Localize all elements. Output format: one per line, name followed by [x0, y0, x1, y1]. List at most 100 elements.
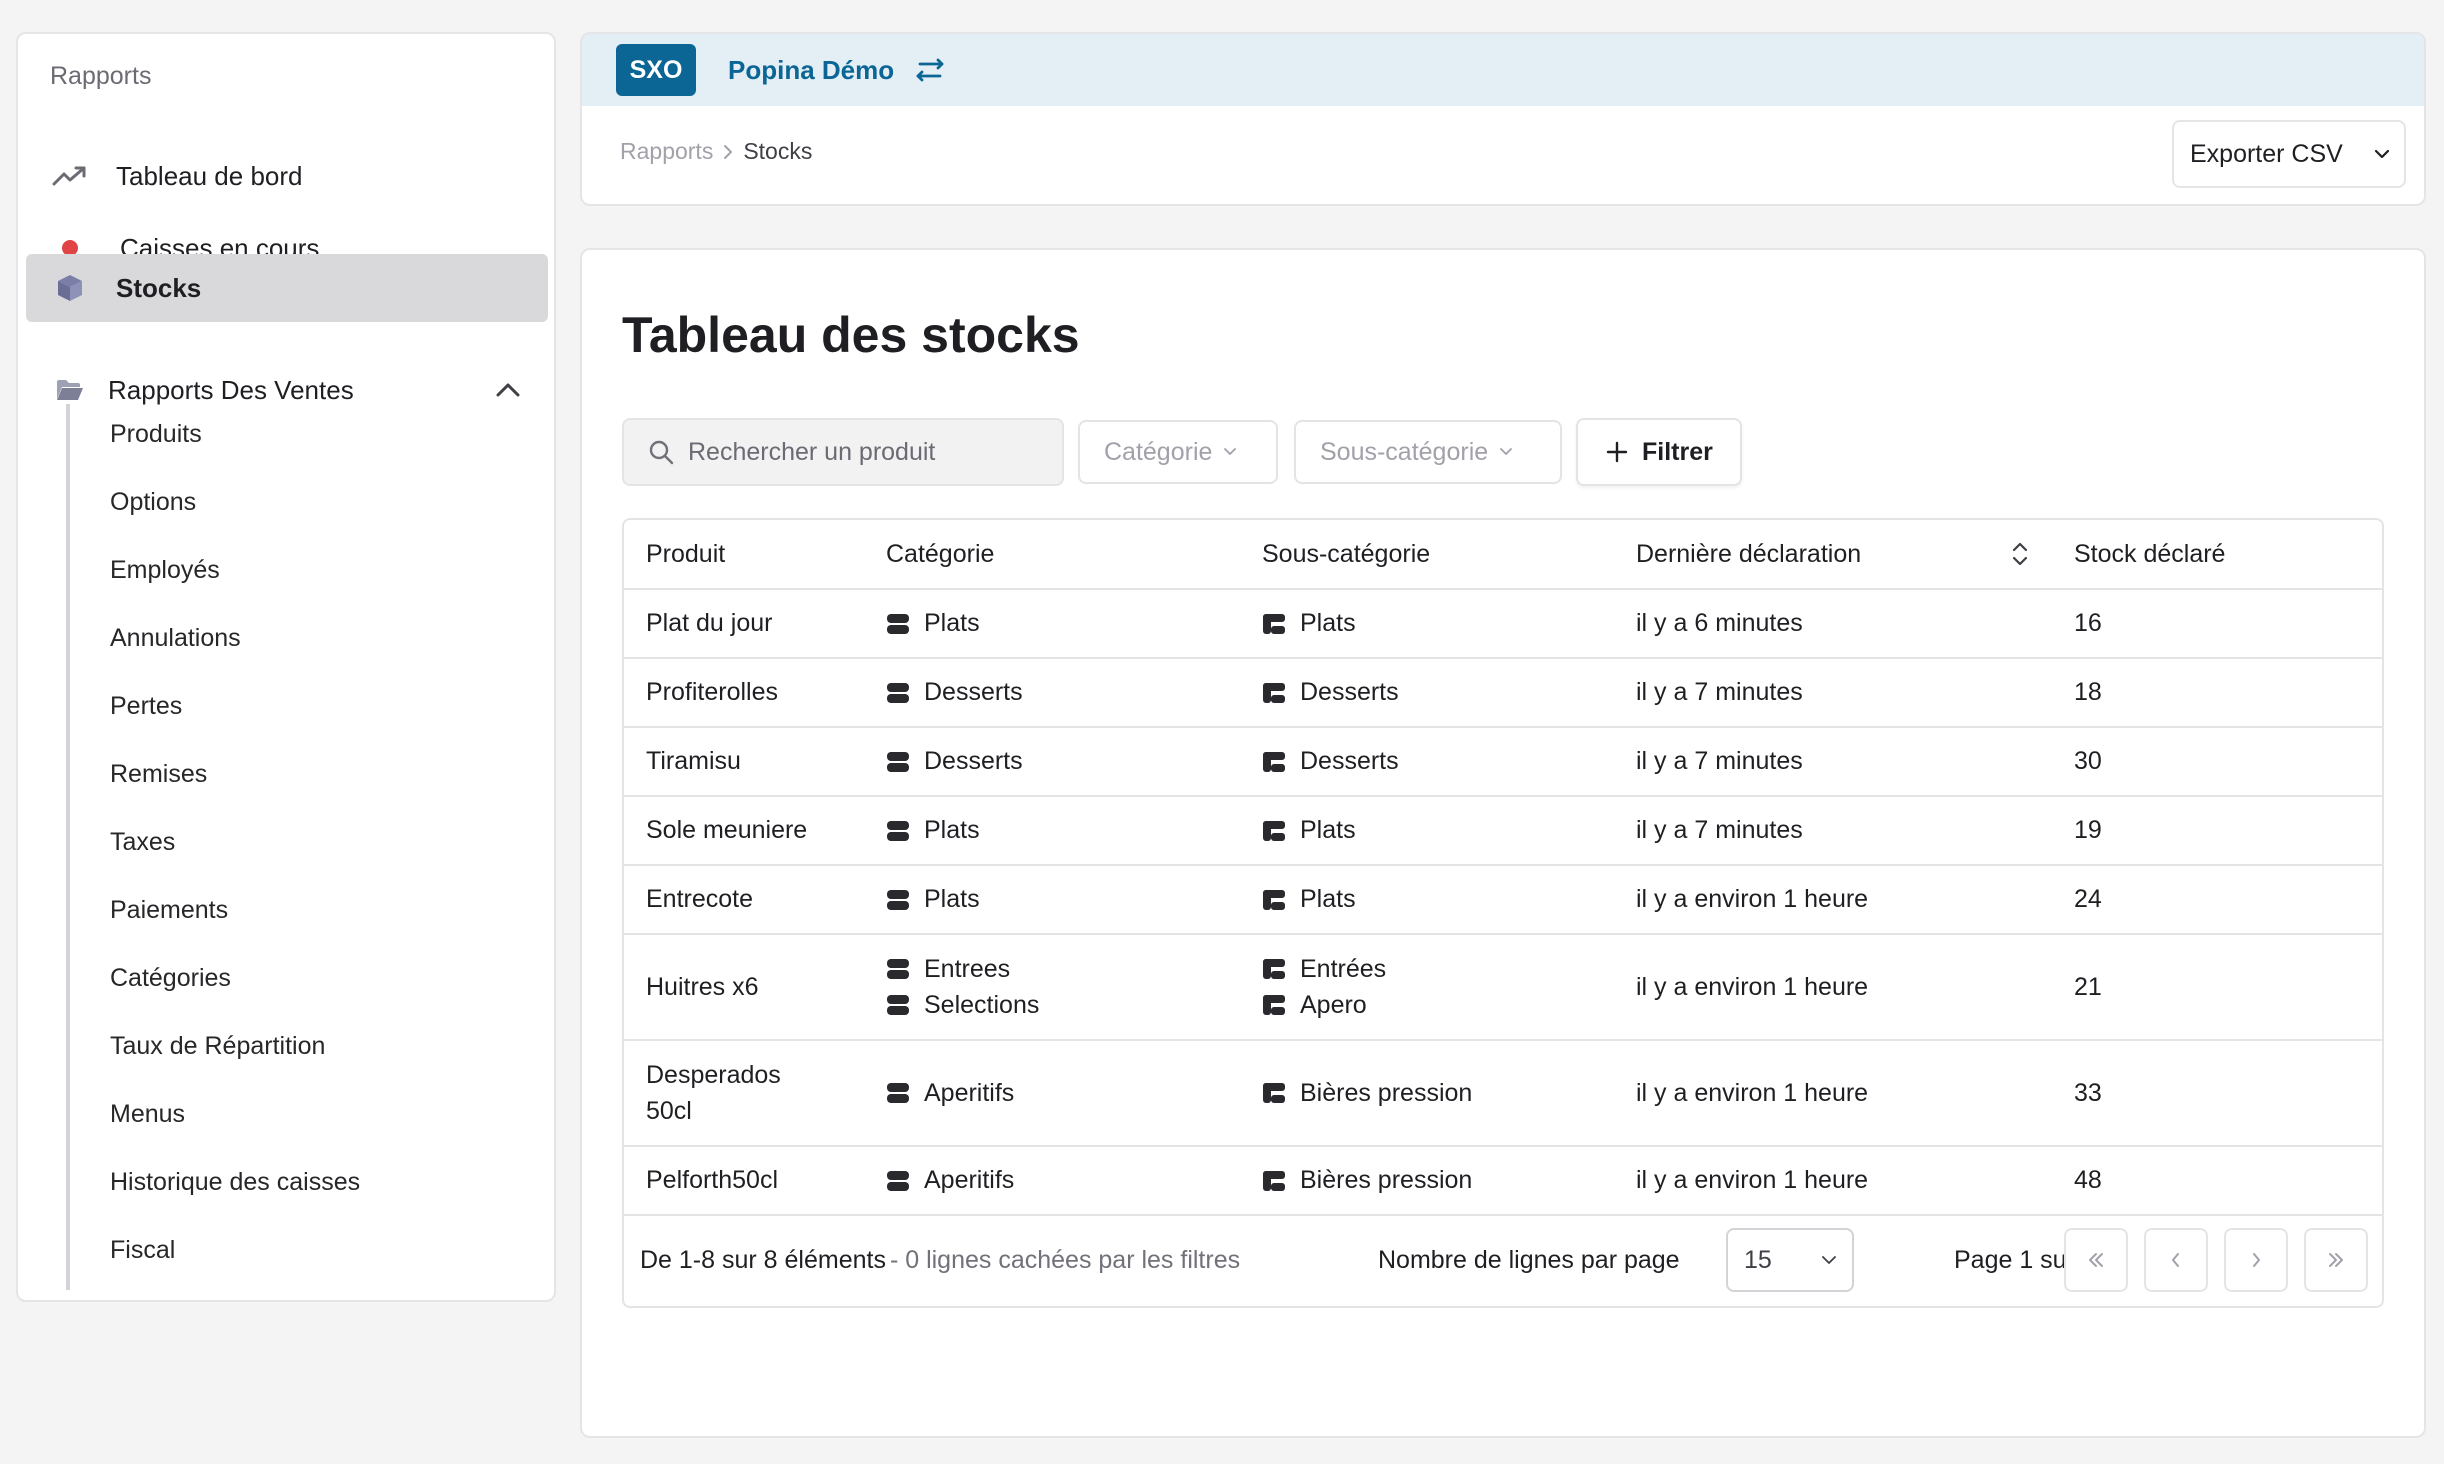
cell-product: Plat du jour: [646, 609, 773, 637]
subcategory-label: Plats: [1300, 609, 1356, 637]
subcategory-tag: Plats: [1262, 813, 1622, 849]
category-label: Plats: [924, 885, 980, 913]
sidebar-item-label: Stocks: [116, 272, 202, 303]
category-icon: [886, 820, 924, 842]
rows-per-page-label: Nombre de lignes par page: [1378, 1245, 1680, 1274]
table-row[interactable]: Pelforth50cl Aperitifs Bières pression il y…: [624, 1147, 2382, 1216]
table-row[interactable]: Profiterolles Desserts Desserts il y a 7 mi…: [624, 659, 2382, 728]
subcategory-label: Bières pression: [1300, 1166, 1473, 1194]
subcategory-icon: [1262, 958, 1300, 980]
org-name[interactable]: Popina Démo: [728, 55, 894, 86]
export-csv-button[interactable]: Exporter CSV: [2172, 120, 2406, 188]
header: SXO Popina Démo Rapports Stocks Exporter…: [580, 32, 2426, 206]
table-row[interactable]: Tiramisu Desserts Desserts il y a 7 minutes…: [624, 728, 2382, 797]
subcategory-icon: [1262, 1082, 1300, 1104]
sidebar-subitem-pertes[interactable]: Pertes: [110, 686, 182, 726]
sidebar-subitem-taxes[interactable]: Taxes: [110, 822, 175, 862]
sidebar-subitem-categories[interactable]: Catégories: [110, 958, 231, 998]
plus-icon: [1606, 441, 1628, 463]
pagination-count: De 1-8 sur 8 éléments: [640, 1245, 886, 1274]
sidebar-subitem-historique-des-caisses[interactable]: Historique des caisses: [110, 1162, 360, 1202]
cell-last-declaration: il y a 7 minutes: [1636, 678, 1803, 706]
cell-stock: 16: [2074, 609, 2102, 637]
subcategory-icon: [1262, 751, 1300, 773]
category-tag: Plats: [886, 606, 1246, 642]
subcategory-icon: [1262, 994, 1300, 1016]
export-csv-label: Exporter CSV: [2190, 139, 2343, 168]
sidebar-subitem-annulations[interactable]: Annulations: [110, 618, 241, 658]
rows-per-page-select[interactable]: 15: [1726, 1228, 1854, 1292]
table-row[interactable]: Entrecote Plats Plats il y a environ 1 heur…: [624, 866, 2382, 935]
switch-arrows-icon[interactable]: [916, 58, 944, 82]
add-filter-button[interactable]: Filtrer: [1576, 418, 1742, 486]
table-row[interactable]: Plat du jour Plats Plats il y a 6 minutes 16: [624, 590, 2382, 659]
table-row[interactable]: Sole meuniere Plats Plats il y a 7 minutes 1…: [624, 797, 2382, 866]
search-box[interactable]: [622, 418, 1064, 486]
chevrons-left-icon: [2086, 1252, 2106, 1268]
sidebar-subitem-taux-de-repartition[interactable]: Taux de Répartition: [110, 1026, 325, 1066]
column-header-derniere-declaration[interactable]: Dernière déclaration: [1636, 520, 2056, 588]
category-icon: [886, 1170, 924, 1192]
category-label: Plats: [924, 609, 980, 637]
main-panel: Tableau des stocks Catégorie Sous-catégo…: [580, 248, 2426, 1438]
subcategory-tag: Desserts: [1262, 675, 1622, 711]
sidebar-item-stocks[interactable]: Stocks: [26, 254, 548, 322]
search-input[interactable]: [688, 437, 1028, 467]
cell-product: Entrecote: [646, 885, 754, 913]
cell-stock: 24: [2074, 885, 2102, 913]
subcategory-label: Apero: [1300, 990, 1367, 1019]
page-title: Tableau des stocks: [622, 307, 1080, 363]
category-tag: Desserts: [886, 744, 1246, 780]
sidebar-subitem-options[interactable]: Options: [110, 482, 196, 522]
chevron-down-icon: [1224, 448, 1237, 456]
cell-product: Huitres x6: [646, 972, 759, 1001]
breadcrumb-root[interactable]: Rapports: [620, 138, 713, 165]
chevron-down-icon: [2374, 149, 2390, 159]
rows-per-page-value: 15: [1744, 1245, 1772, 1274]
cell-category: Aperitifs: [886, 1147, 1246, 1214]
subcategory-icon: [1262, 820, 1300, 842]
sidebar-item-tableau-de-bord[interactable]: Tableau de bord: [26, 142, 548, 210]
chevron-right-icon: [2250, 1252, 2262, 1268]
cell-stock: 18: [2074, 678, 2102, 706]
sidebar-subitem-employes[interactable]: Employés: [110, 550, 220, 590]
next-page-button[interactable]: [2224, 1228, 2288, 1292]
first-page-button[interactable]: [2064, 1228, 2128, 1292]
chevron-down-icon: [1822, 1255, 1836, 1265]
subcategory-filter[interactable]: Sous-catégorie: [1294, 420, 1562, 484]
sidebar-subitem-produits[interactable]: Produits: [110, 414, 202, 454]
previous-page-button[interactable]: [2144, 1228, 2208, 1292]
cell-category: Desserts: [886, 728, 1246, 795]
category-icon: [886, 1082, 924, 1104]
cell-subcategory: Desserts: [1262, 728, 1622, 795]
category-icon: [886, 613, 924, 635]
cell-product: Desperados 50cl: [646, 1061, 781, 1125]
last-page-button[interactable]: [2304, 1228, 2368, 1292]
sidebar-subitem-remises[interactable]: Remises: [110, 754, 207, 794]
subcategory-tag: Desserts: [1262, 744, 1622, 780]
cell-last-declaration: il y a environ 1 heure: [1636, 1166, 1869, 1194]
cell-subcategory: Plats: [1262, 797, 1622, 864]
trend-up-icon: [50, 156, 90, 196]
cell-product: Tiramisu: [646, 747, 741, 775]
table-row[interactable]: Desperados 50cl Aperitifs Bières pression i…: [624, 1041, 2382, 1147]
cell-last-declaration: il y a environ 1 heure: [1636, 972, 1869, 1001]
sidebar-subitem-menus[interactable]: Menus: [110, 1094, 185, 1134]
category-filter[interactable]: Catégorie: [1078, 420, 1278, 484]
cell-subcategory: Desserts: [1262, 659, 1622, 726]
cell-subcategory: Bières pression: [1262, 1147, 1622, 1214]
subcategory-tag: Entrées: [1262, 951, 1622, 987]
sidebar-subitem-paiements[interactable]: Paiements: [110, 890, 228, 930]
sort-icon[interactable]: [2010, 540, 2030, 568]
chevron-up-icon[interactable]: [496, 383, 520, 397]
breadcrumb-current: Stocks: [743, 138, 813, 164]
submenu-guide-line: [66, 404, 70, 1290]
chevron-down-icon: [1500, 448, 1513, 456]
organization-bar: SXO Popina Démo: [582, 34, 2424, 106]
sidebar-item-rapports-des-ventes[interactable]: Rapports Des Ventes: [26, 356, 548, 424]
sidebar-subitem-fiscal[interactable]: Fiscal: [110, 1230, 175, 1270]
cell-stock: 21: [2074, 972, 2102, 1001]
table-row[interactable]: Huitres x6 Entrees Selections Entrées Apero i…: [624, 935, 2382, 1041]
category-tag: Entrees: [886, 951, 1246, 987]
table-header-row: Produit Catégorie Sous-catégorie Dernièr…: [624, 520, 2382, 590]
